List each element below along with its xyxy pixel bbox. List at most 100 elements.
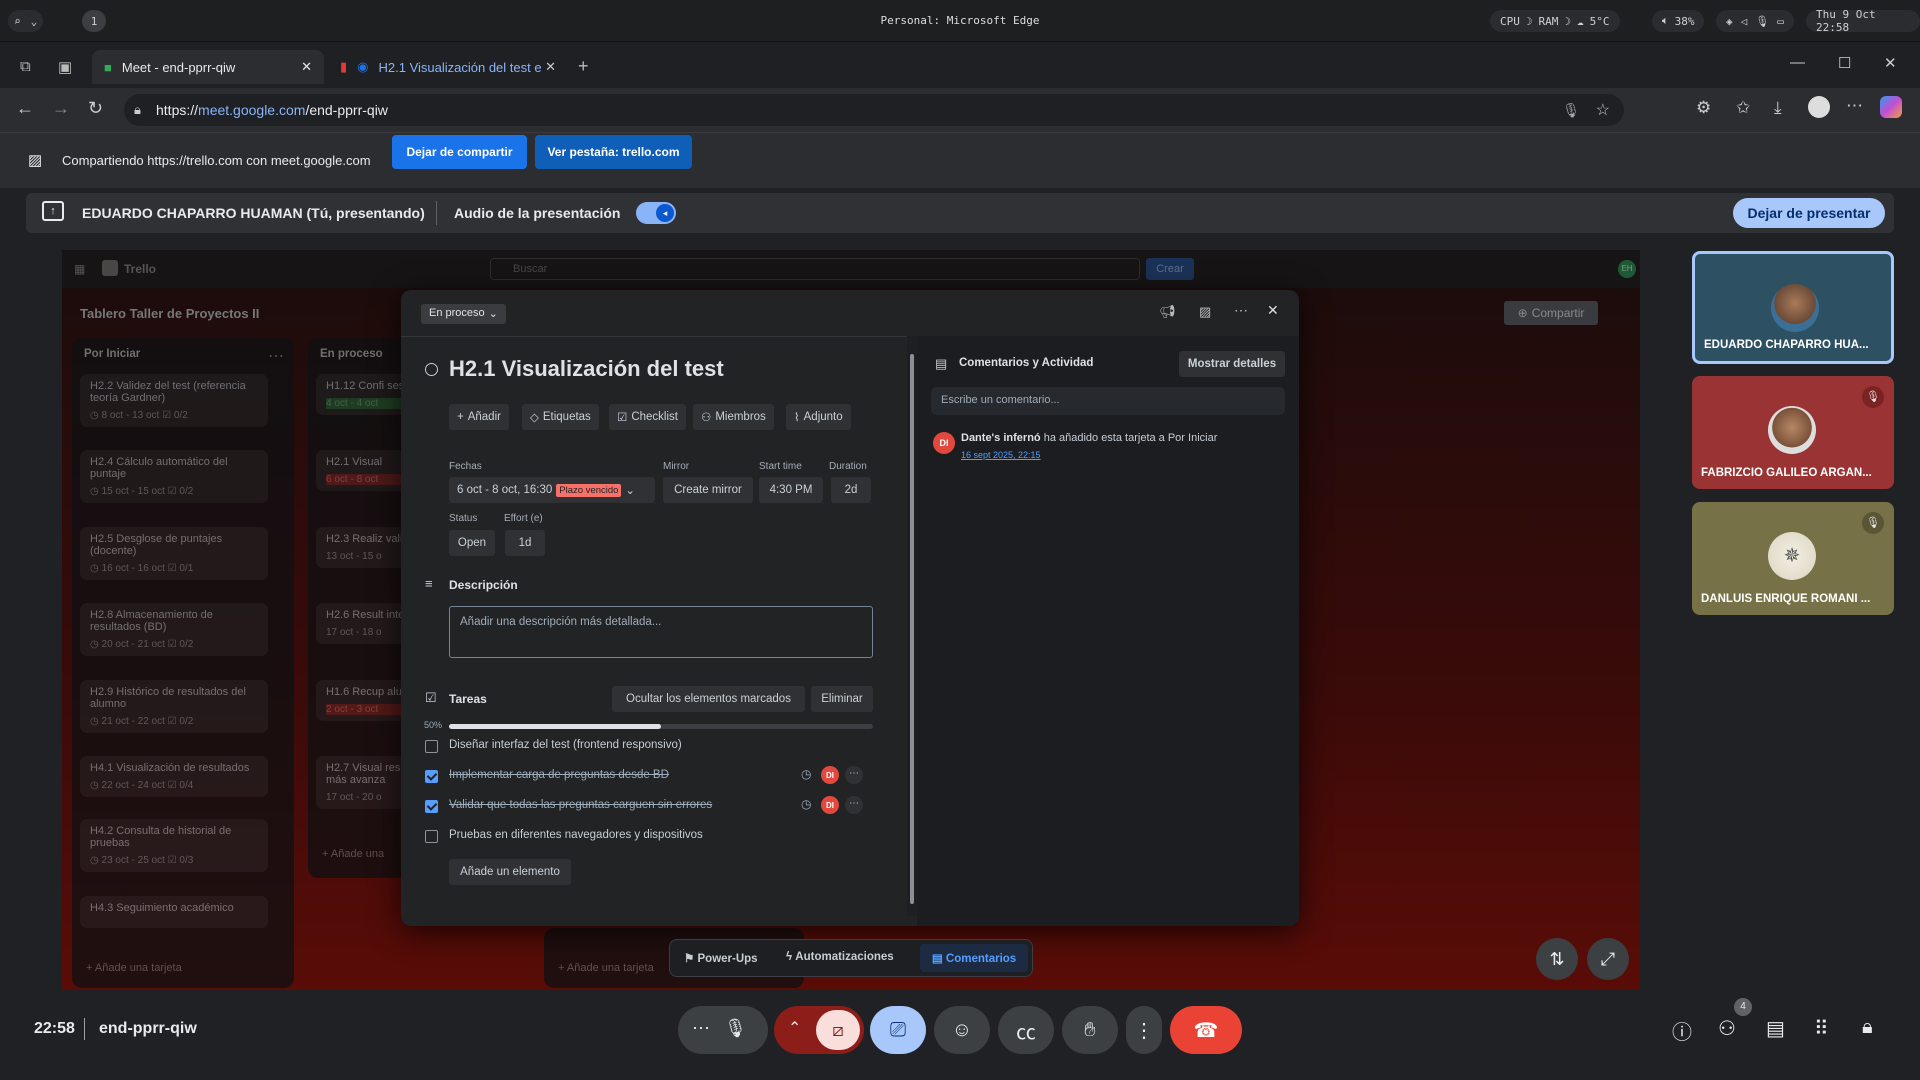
effort-field[interactable]: 1d	[505, 530, 545, 556]
url-field[interactable]: 🔒︎ https://meet.google.com/end-pprr-qiw …	[124, 94, 1624, 126]
add-card-link[interactable]: + Añade una tarjeta	[558, 962, 654, 974]
duration-field[interactable]: 2d	[831, 477, 871, 503]
board-title[interactable]: Tablero Taller de Proyectos II	[80, 306, 259, 321]
maximize-icon[interactable]: ☐	[1838, 54, 1851, 72]
chevron-up-icon[interactable]: ⌃	[788, 1018, 801, 1038]
more-icon[interactable]: ⋯	[845, 766, 863, 784]
automations-button[interactable]: ϟ Automatizaciones	[786, 951, 894, 963]
tab-trello[interactable]: ▮ ◉ H2.1 Visualización del test e ✕	[328, 50, 564, 84]
close-icon[interactable]: ✕	[545, 59, 556, 75]
create-button[interactable]: Crear	[1146, 258, 1194, 280]
workspaces-icon[interactable]: ⧉	[20, 58, 31, 75]
participant-tile[interactable]: 🎙︎ FABRIZCIO GALILEO ARGAN...	[1692, 376, 1894, 489]
back-icon[interactable]: ←	[16, 98, 34, 119]
avatar[interactable]: DI	[821, 796, 839, 814]
start-time-field[interactable]: 4:30 PM	[759, 477, 823, 503]
raise-hand-button[interactable]: ✋︎	[1062, 1006, 1118, 1054]
power-ups-button[interactable]: ⚑ Power-Ups	[684, 951, 758, 965]
apps-icon[interactable]: ▦	[74, 262, 85, 276]
present-button[interactable]: ⎚	[870, 1006, 926, 1054]
camera-off-button[interactable]: ⧄	[816, 1010, 860, 1050]
list-card[interactable]: H2.9 Histórico de resultados del alumno ◷…	[80, 680, 268, 733]
add-card-link[interactable]: + Añade una tarjeta	[86, 962, 182, 974]
fullscreen-button[interactable]: ⤢	[1587, 938, 1629, 980]
stop-presenting-button[interactable]: Dejar de presentar	[1733, 198, 1885, 228]
reload-icon[interactable]: ↻	[88, 98, 103, 119]
show-details-button[interactable]: Mostrar detalles	[1179, 351, 1285, 377]
new-tab-icon[interactable]: +	[578, 56, 589, 77]
attachment-button[interactable]: ⌇ Adjunto	[786, 404, 851, 430]
task-item[interactable]: Validar que todas las preguntas carguen …	[449, 799, 712, 811]
task-checkbox[interactable]	[425, 830, 438, 843]
clock-icon[interactable]: ◷	[801, 797, 811, 811]
share-board-button[interactable]: ⊕ Compartir	[1504, 301, 1598, 325]
card-title[interactable]: H2.1 Visualización del test	[449, 356, 724, 382]
more-options-button[interactable]: ⋮	[1126, 1006, 1162, 1054]
more-icon[interactable]: ⋯	[268, 346, 284, 366]
view-tab-button[interactable]: Ver pestaña: trello.com	[535, 135, 692, 169]
tray-icons[interactable]: ◈ ◁ 🎙︎ ▭	[1716, 10, 1794, 32]
megaphone-icon[interactable]: 📢︎	[1159, 304, 1176, 320]
close-window-icon[interactable]: ✕	[1884, 54, 1897, 72]
list-card[interactable]: H2.8 Almacenamiento de resultados (BD) ◷ …	[80, 603, 268, 656]
profile-avatar[interactable]	[1808, 96, 1830, 118]
audio-toggle[interactable]: ◂	[636, 202, 676, 224]
participant-tile[interactable]: ✵ 🎙︎ DANLUIS ENRIQUE ROMANI ...	[1692, 502, 1894, 615]
list-card[interactable]: H2.5 Desglose de puntajes (docente) ◷ 16 …	[80, 527, 268, 580]
more-icon[interactable]: ⋯	[845, 796, 863, 814]
image-icon[interactable]: ▨	[1199, 304, 1211, 320]
avatar[interactable]: DI	[821, 766, 839, 784]
labels-button[interactable]: ◇ Etiquetas	[522, 404, 599, 430]
copilot-icon[interactable]	[1880, 96, 1902, 118]
user-avatar[interactable]: EH	[1618, 260, 1636, 278]
status-field[interactable]: Open	[449, 530, 495, 556]
swap-layout-button[interactable]: ⇅	[1536, 938, 1578, 980]
checklist-button[interactable]: ☑ Checklist	[609, 404, 686, 430]
activities-icon[interactable]: ⠿	[1814, 1016, 1829, 1041]
avatar[interactable]: DI	[933, 432, 955, 454]
comment-input[interactable]: Escribe un comentario...	[931, 387, 1285, 415]
more-icon[interactable]: ⋯	[692, 1018, 710, 1039]
task-item[interactable]: Diseñar interfaz del test (frontend resp…	[449, 739, 682, 751]
list-card[interactable]: H4.1 Visualización de resultados ◷ 22 oct…	[80, 756, 268, 797]
trello-search[interactable]: Buscar	[490, 258, 1140, 280]
star-icon[interactable]: ☆	[1596, 100, 1610, 120]
host-controls-icon[interactable]: 🔒︎	[1862, 1016, 1873, 1039]
scrollbar[interactable]	[910, 354, 914, 904]
delete-checklist-button[interactable]: Eliminar	[811, 686, 873, 712]
description-input[interactable]: Añadir una descripción más detallada...	[449, 606, 873, 658]
close-icon[interactable]: ✕	[1267, 302, 1279, 319]
mic-icon[interactable]: 🎙︎	[724, 1018, 747, 1039]
extensions-icon[interactable]: ⚙	[1696, 98, 1711, 118]
task-item[interactable]: Pruebas en diferentes navegadores y disp…	[449, 829, 703, 841]
add-button[interactable]: + Añadir	[449, 404, 509, 430]
close-icon[interactable]: ✕	[301, 59, 312, 75]
forward-icon[interactable]: →	[52, 98, 70, 119]
mic-icon[interactable]: 🎙︎	[1562, 102, 1580, 119]
members-button[interactable]: ⚇ Miembros	[693, 404, 774, 430]
lock-icon[interactable]: 🔒︎	[134, 102, 141, 118]
stop-sharing-button[interactable]: Dejar de compartir	[392, 135, 527, 169]
list-card[interactable]: H2.2 Validez del test (referencia teoría…	[80, 374, 268, 427]
emoji-button[interactable]: ☺	[934, 1006, 990, 1054]
create-mirror-button[interactable]: Create mirror	[663, 477, 753, 503]
minimize-icon[interactable]: —	[1790, 54, 1805, 71]
favorites-icon[interactable]: ✩	[1736, 98, 1750, 118]
add-card-link[interactable]: + Añade una	[322, 848, 384, 860]
complete-toggle[interactable]	[425, 363, 438, 376]
more-icon[interactable]: ⋯	[1846, 96, 1863, 116]
tab-actions-icon[interactable]: ▣	[58, 58, 72, 76]
task-checkbox[interactable]	[425, 740, 438, 753]
comments-tab-button[interactable]: ▤ Comentarios	[920, 944, 1028, 972]
info-icon[interactable]: ⓘ	[1672, 1016, 1692, 1045]
task-checkbox[interactable]	[425, 770, 438, 783]
task-checkbox[interactable]	[425, 800, 438, 813]
download-icon[interactable]: ⤓	[1774, 98, 1782, 118]
activity-timestamp-link[interactable]: 16 sept 2025, 22:15	[961, 450, 1041, 460]
tab-meet[interactable]: ■ Meet - end-pprr-qiw ✕	[92, 50, 324, 84]
captions-button[interactable]: ㏄	[998, 1006, 1054, 1054]
task-item[interactable]: Implementar carga de preguntas desde BD	[449, 769, 669, 781]
list-card[interactable]: H4.2 Consulta de historial de pruebas ◷ 2…	[80, 819, 268, 872]
list-card[interactable]: H2.4 Cálculo automático del puntaje ◷ 15 …	[80, 450, 268, 503]
hide-checked-button[interactable]: Ocultar los elementos marcados	[612, 686, 805, 712]
